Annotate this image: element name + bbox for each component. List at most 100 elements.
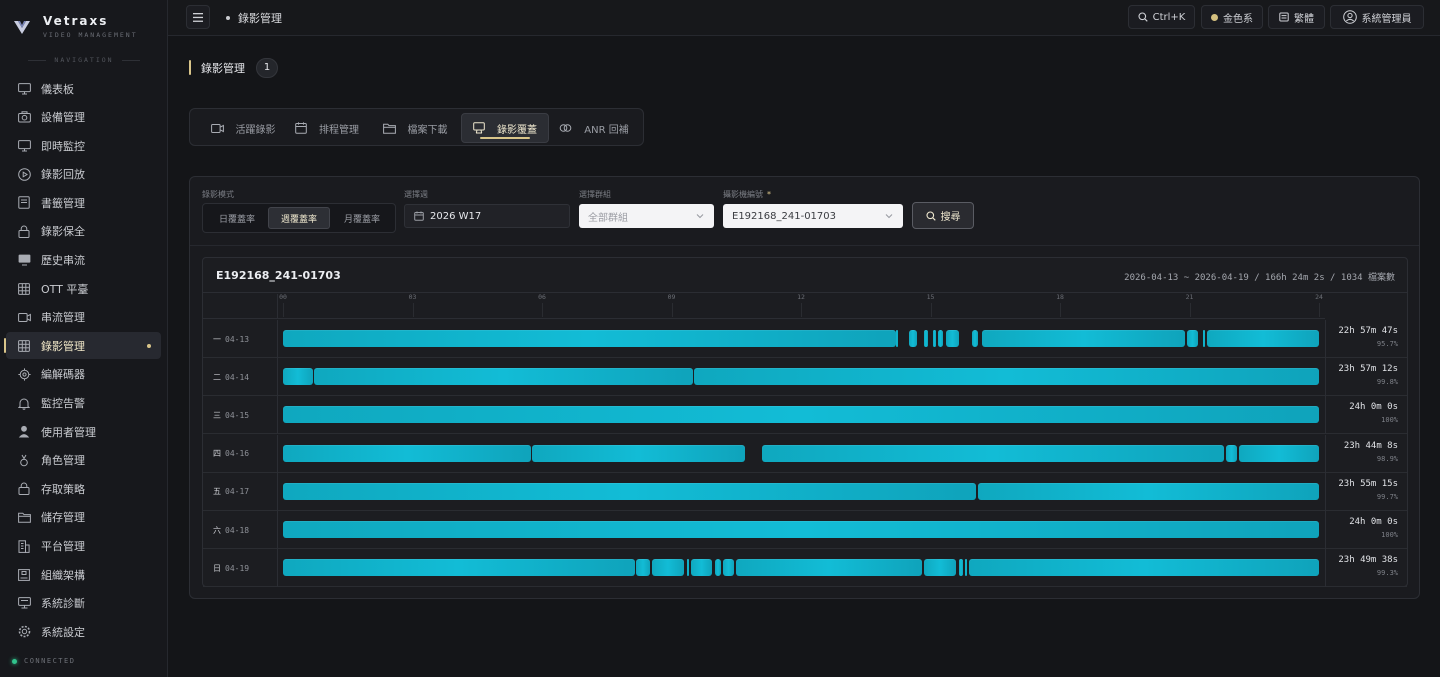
recording-segment[interactable] bbox=[932, 330, 936, 347]
recording-segment[interactable] bbox=[736, 559, 922, 577]
recording-segment[interactable] bbox=[714, 559, 722, 577]
recording-segment[interactable] bbox=[762, 444, 1224, 462]
row-date: 04-18 bbox=[225, 525, 250, 535]
timeline-row: 一 04-13 22h 57m 47s 95.7% bbox=[203, 320, 1407, 358]
recording-segment[interactable] bbox=[1187, 330, 1199, 347]
row-weekday: 二 bbox=[213, 372, 221, 382]
menu-toggle-button[interactable] bbox=[186, 5, 210, 29]
recording-segment[interactable] bbox=[1202, 330, 1205, 347]
sidebar-item-0[interactable]: 儀表板 bbox=[6, 75, 161, 102]
user-menu-button[interactable]: 系統管理員 bbox=[1330, 5, 1424, 29]
group-select[interactable]: 全部群組 bbox=[579, 204, 714, 228]
monitor-icon bbox=[17, 82, 31, 96]
theme-button[interactable]: 金色系 bbox=[1201, 5, 1263, 29]
recording-segment[interactable] bbox=[945, 330, 959, 347]
search-button[interactable]: Ctrl+K bbox=[1128, 5, 1195, 29]
sidebar-item-15[interactable]: 儲存管理 bbox=[6, 504, 161, 531]
recording-segment[interactable] bbox=[314, 368, 694, 386]
sidebar-item-4[interactable]: 書籤管理 bbox=[6, 189, 161, 216]
recording-segment[interactable] bbox=[908, 330, 918, 347]
sidebar-item-label: 角色管理 bbox=[41, 454, 85, 468]
week-picker[interactable]: 2026 W17 bbox=[404, 204, 570, 228]
sidebar-item-3[interactable]: 錄影回放 bbox=[6, 161, 161, 188]
language-button[interactable]: 繁體 bbox=[1268, 5, 1325, 29]
sidebar-item-10[interactable]: 編解碼器 bbox=[6, 361, 161, 388]
search-submit-button[interactable]: 搜尋 bbox=[912, 202, 974, 229]
recording-segment[interactable] bbox=[938, 330, 944, 347]
camera-select[interactable]: E192168_241-01703 bbox=[723, 204, 903, 228]
row-stats: 23h 44m 8s 98.9% bbox=[1325, 434, 1407, 473]
sidebar-item-1[interactable]: 設備管理 bbox=[6, 104, 161, 131]
group-select-value: 全部群組 bbox=[588, 212, 628, 224]
recording-segment[interactable] bbox=[686, 559, 689, 577]
recording-segment[interactable] bbox=[283, 406, 1319, 424]
search-submit-label: 搜尋 bbox=[940, 212, 961, 223]
row-percentage: 99.7% bbox=[1376, 492, 1398, 501]
row-duration: 23h 55m 15s bbox=[1338, 478, 1398, 489]
sidebar-item-label: 串流管理 bbox=[41, 311, 85, 325]
timeline-row: 四 04-16 23h 44m 8s 98.9% bbox=[203, 434, 1407, 473]
tab-0[interactable]: 活躍錄影 bbox=[202, 113, 284, 143]
tab-4[interactable]: ANR 回補 bbox=[553, 113, 635, 143]
recording-segment[interactable] bbox=[652, 559, 685, 577]
recording-segment[interactable] bbox=[1239, 444, 1319, 462]
tab-1[interactable]: 排程管理 bbox=[286, 113, 368, 143]
recording-segment[interactable] bbox=[693, 368, 1319, 386]
mode-option-2[interactable]: 月覆蓋率 bbox=[331, 207, 393, 229]
recording-segment[interactable] bbox=[924, 330, 929, 347]
sidebar-item-label: 使用者管理 bbox=[41, 425, 96, 439]
recording-segment[interactable] bbox=[283, 559, 635, 577]
hour-tick-line bbox=[671, 303, 673, 317]
sidebar-item-12[interactable]: 使用者管理 bbox=[6, 418, 161, 445]
recording-tabs: 活躍錄影 排程管理 檔案下載 錄影覆蓋 ANR 回補 bbox=[189, 108, 644, 146]
recording-segment[interactable] bbox=[283, 444, 532, 462]
recording-segment[interactable] bbox=[1206, 330, 1319, 347]
sidebar-item-13[interactable]: 角色管理 bbox=[6, 447, 161, 474]
sidebar-item-2[interactable]: 即時監控 bbox=[6, 132, 161, 159]
folder-icon bbox=[382, 123, 402, 134]
recording-segment[interactable] bbox=[690, 559, 713, 577]
sidebar-item-14[interactable]: 存取策略 bbox=[6, 475, 161, 502]
page-header: 錄影管理 1 bbox=[189, 57, 278, 78]
row-duration: 23h 49m 38s bbox=[1338, 555, 1398, 566]
sidebar-item-9[interactable]: 錄影管理 bbox=[4, 332, 161, 360]
timeline-row: 五 04-17 23h 55m 15s 99.7% bbox=[203, 472, 1407, 511]
sidebar-item-8[interactable]: 串流管理 bbox=[6, 304, 161, 331]
sidebar-item-19[interactable]: 系統設定 bbox=[6, 618, 161, 645]
sidebar-item-17[interactable]: 組織架構 bbox=[6, 561, 161, 588]
sidebar-item-6[interactable]: 歷史串流 bbox=[6, 247, 161, 274]
recording-segment[interactable] bbox=[635, 559, 650, 577]
recording-segment[interactable] bbox=[969, 559, 1319, 577]
row-track bbox=[283, 330, 1319, 348]
recording-segment[interactable] bbox=[982, 330, 1186, 347]
recording-segment[interactable] bbox=[924, 559, 957, 577]
recording-segment[interactable] bbox=[1226, 444, 1237, 462]
hour-tick-line bbox=[801, 303, 802, 317]
sidebar-item-7[interactable]: OTT 平臺 bbox=[6, 275, 161, 302]
mode-segmented-control: 日覆蓋率 週覆蓋率 月覆蓋率 bbox=[202, 203, 396, 233]
mode-option-0[interactable]: 日覆蓋率 bbox=[206, 207, 268, 229]
sidebar-item-5[interactable]: 錄影保全 bbox=[6, 218, 161, 245]
row-day-label: 日 04-19 bbox=[203, 549, 278, 588]
recording-segment[interactable] bbox=[971, 330, 978, 347]
sidebar-item-16[interactable]: 平台管理 bbox=[6, 533, 161, 560]
recording-segment[interactable] bbox=[958, 559, 963, 577]
tab-2[interactable]: 檔案下載 bbox=[374, 113, 456, 143]
recording-segment[interactable] bbox=[978, 482, 1319, 500]
sidebar-item-11[interactable]: 監控告警 bbox=[6, 390, 161, 417]
recording-segment[interactable] bbox=[532, 444, 745, 462]
recording-segment[interactable] bbox=[723, 559, 735, 577]
mode-option-1[interactable]: 週覆蓋率 bbox=[268, 207, 330, 229]
recording-segment[interactable] bbox=[283, 521, 1319, 538]
recording-segment[interactable] bbox=[283, 368, 314, 386]
video-icon bbox=[17, 310, 31, 324]
tab-3[interactable]: 錄影覆蓋 bbox=[461, 113, 549, 143]
recording-segment[interactable] bbox=[965, 559, 968, 577]
recording-segment[interactable] bbox=[283, 482, 976, 500]
recording-segment[interactable] bbox=[896, 330, 898, 347]
sidebar-item-18[interactable]: 系統診斷 bbox=[6, 590, 161, 617]
count-badge: 1 bbox=[256, 57, 278, 78]
recording-segment[interactable] bbox=[283, 330, 896, 347]
timeline-row: 三 04-15 24h 0m 0s 100% bbox=[203, 396, 1407, 435]
brand[interactable]: Vetraxs VIDEO MANAGEMENT bbox=[12, 12, 138, 42]
